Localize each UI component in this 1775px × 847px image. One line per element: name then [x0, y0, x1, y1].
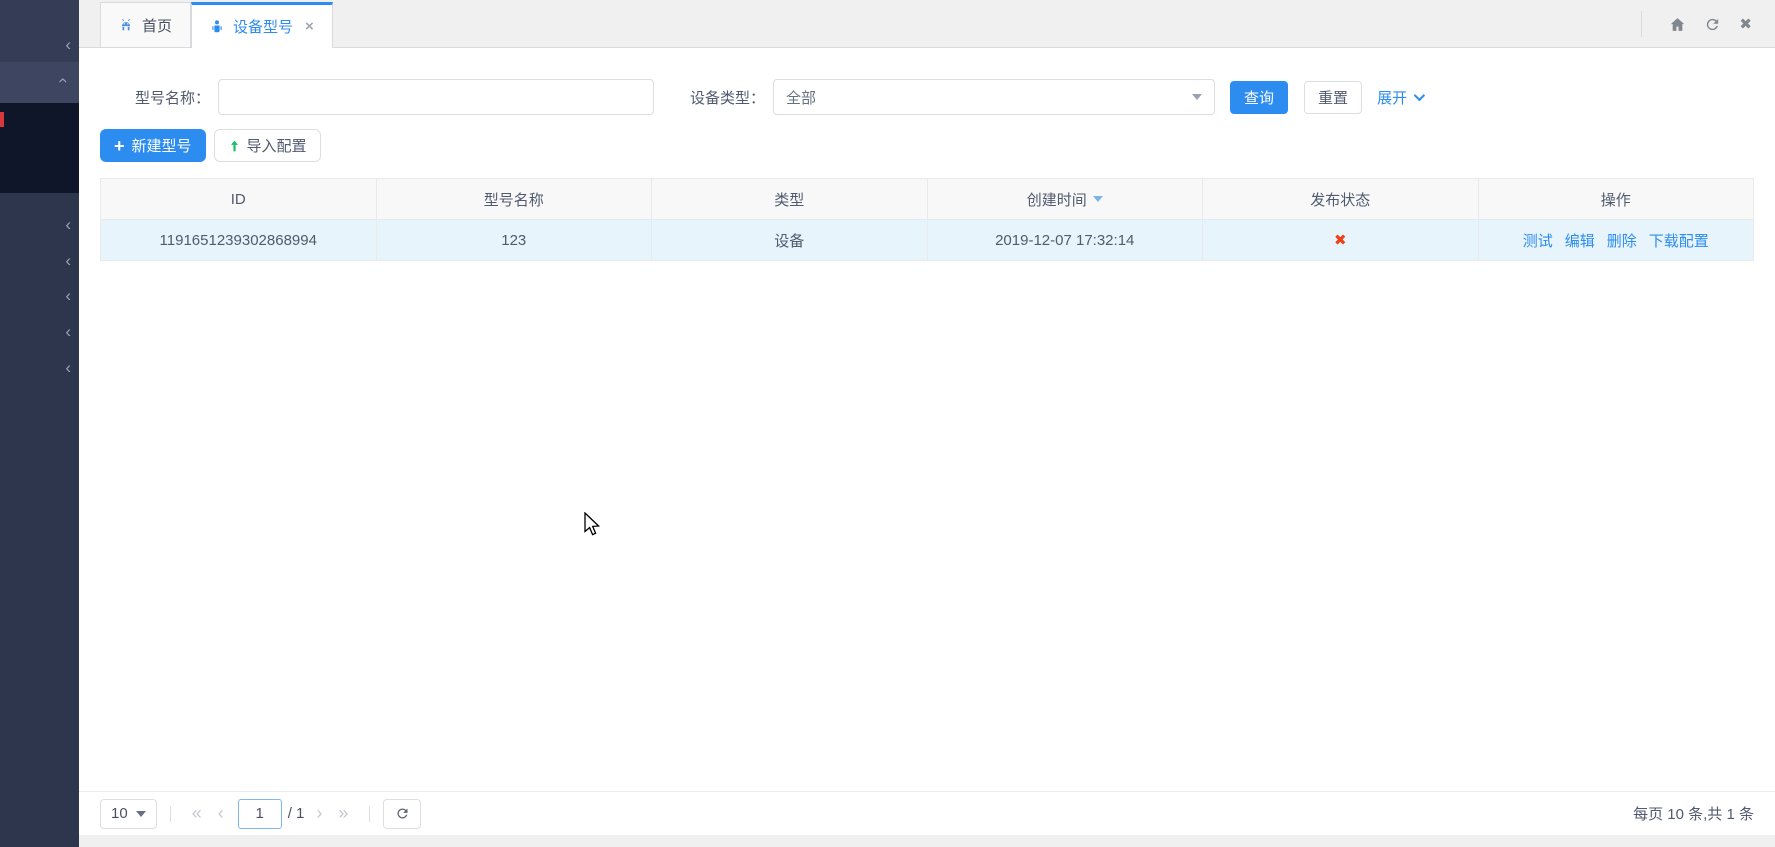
pagination-bar: 10 « ‹ / 1 › » 每页 10 条,共 1 条 [79, 791, 1775, 835]
cell-type: 设备 [652, 220, 928, 260]
sidebar-menu-chevron-5[interactable]: ‹ [65, 359, 71, 376]
sidebar-red-badge [0, 112, 4, 127]
cell-actions: 测试 编辑 删除 下载配置 [1479, 220, 1754, 260]
table-header-row: ID 型号名称 类型 创建时间 发布状态 操作 [101, 179, 1753, 220]
query-button[interactable]: 查询 [1230, 81, 1288, 114]
next-page-button[interactable]: › [316, 803, 322, 824]
page-size-select[interactable]: 10 [100, 799, 157, 829]
delete-link[interactable]: 删除 [1607, 230, 1637, 251]
first-page-button[interactable]: « [192, 803, 202, 824]
tab-close-icon[interactable]: × [305, 18, 314, 35]
device-type-label: 设备类型： [690, 87, 765, 108]
home-icon[interactable] [1669, 16, 1686, 33]
cell-publish-status: ✖ [1203, 220, 1479, 260]
new-model-button[interactable]: + 新建型号 [100, 129, 206, 162]
col-header-actions: 操作 [1479, 179, 1754, 219]
page-size-value: 10 [111, 805, 128, 822]
tab-home[interactable]: 首页 [100, 2, 191, 47]
sidebar-section-dark [0, 103, 79, 193]
tab-bar: 首页 设备型号 × ✖ [79, 0, 1775, 48]
sidebar-menu-chevron-3[interactable]: ‹ [65, 287, 71, 304]
model-name-input[interactable] [218, 79, 654, 115]
tab-device-model-label: 设备型号 [233, 16, 293, 37]
sidebar-menu-chevron-1[interactable]: ‹ [65, 216, 71, 233]
chevron-down-icon [1192, 94, 1202, 100]
device-model-table: ID 型号名称 类型 创建时间 发布状态 操作 1191651239302868… [100, 178, 1754, 261]
device-type-select[interactable]: 全部 [773, 79, 1215, 115]
cell-model-name: 123 [377, 220, 653, 260]
filter-row: 型号名称： 设备类型： 全部 查询 重置 展开 [100, 79, 1754, 115]
sidebar-menu-chevron-2[interactable]: ‹ [65, 252, 71, 269]
model-name-label: 型号名称： [135, 87, 210, 108]
content-panel: 型号名称： 设备类型： 全部 查询 重置 展开 + 新建型号 [79, 48, 1775, 835]
tab-home-label: 首页 [142, 15, 172, 36]
new-model-label: 新建型号 [132, 135, 192, 156]
divider [369, 806, 370, 822]
device-type-value: 全部 [786, 87, 816, 108]
chevron-down-icon [1414, 90, 1425, 101]
expand-link-label: 展开 [1377, 87, 1407, 108]
expand-link[interactable]: 展开 [1377, 87, 1422, 108]
col-header-publish-status: 发布状态 [1203, 179, 1479, 219]
sidebar-menu-chevron-4[interactable]: ‹ [65, 323, 71, 340]
window-actions: ✖ [1641, 0, 1761, 48]
upload-arrow-icon [228, 139, 241, 153]
chevron-up-icon[interactable]: ‹ [56, 78, 73, 84]
refresh-icon[interactable] [1704, 16, 1721, 33]
cell-created-at: 2019-12-07 17:32:14 [928, 220, 1204, 260]
col-header-id: ID [101, 179, 377, 219]
bottom-strip [79, 835, 1775, 847]
unpublished-x-icon: ✖ [1334, 231, 1347, 249]
last-page-button[interactable]: » [338, 803, 348, 824]
page-number-input[interactable] [238, 799, 282, 829]
sort-desc-icon [1093, 196, 1103, 202]
test-link[interactable]: 测试 [1523, 230, 1553, 251]
android-icon [119, 18, 133, 32]
total-pages-label: / 1 [288, 805, 305, 822]
prev-page-button[interactable]: ‹ [218, 803, 224, 824]
cell-id: 1191651239302868994 [101, 220, 377, 260]
col-header-created-at[interactable]: 创建时间 [928, 179, 1204, 219]
col-header-model-name: 型号名称 [377, 179, 653, 219]
import-config-button[interactable]: 导入配置 [214, 129, 321, 162]
plus-icon: + [114, 137, 125, 155]
sidebar: ‹ ‹ ‹ ‹ ‹ ‹ ‹ [0, 0, 79, 847]
refresh-icon [395, 806, 410, 821]
main-area: 首页 设备型号 × ✖ 型号名称： 设备类型 [79, 0, 1775, 847]
divider [170, 806, 171, 822]
person-icon [210, 19, 224, 35]
toolbar: + 新建型号 导入配置 [100, 129, 1754, 162]
import-config-label: 导入配置 [247, 135, 307, 156]
table-row[interactable]: 1191651239302868994 123 设备 2019-12-07 17… [101, 220, 1753, 261]
edit-link[interactable]: 编辑 [1565, 230, 1595, 251]
caret-down-icon [136, 811, 146, 817]
tab-device-model[interactable]: 设备型号 × [191, 2, 333, 48]
col-header-type: 类型 [652, 179, 928, 219]
divider [1641, 11, 1642, 37]
close-icon[interactable]: ✖ [1739, 15, 1752, 33]
download-config-link[interactable]: 下载配置 [1649, 230, 1709, 251]
sidebar-collapse-icon[interactable]: ‹ [65, 36, 71, 53]
reset-button[interactable]: 重置 [1304, 81, 1362, 114]
table-refresh-button[interactable] [383, 799, 421, 829]
pagination-summary: 每页 10 条,共 1 条 [1633, 803, 1754, 824]
